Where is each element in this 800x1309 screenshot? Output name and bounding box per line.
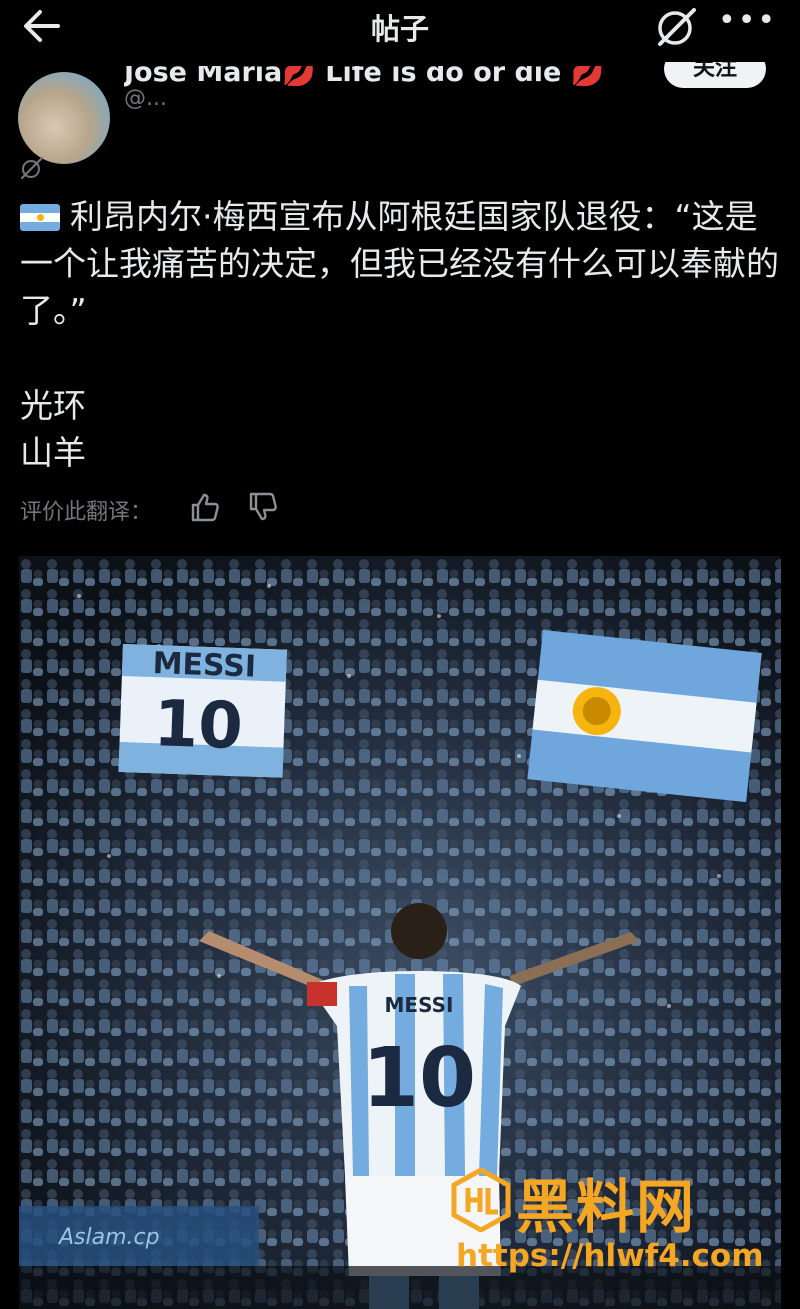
post-text: 利昂内尔·梅西宣布从阿根廷国家队退役：“这是一个让我痛苦的决定，但我已经没有什么… (20, 193, 785, 334)
watermark-logo-icon (451, 1168, 511, 1232)
author-handle[interactable]: @... (124, 86, 167, 111)
more-options-button[interactable]: ••• (718, 6, 775, 40)
grok-icon (658, 8, 696, 46)
jersey-name: MESSI (385, 993, 454, 1017)
rate-translation-label: 评价此翻译： (20, 500, 153, 525)
top-bar: 帖子 ••• (0, 0, 800, 52)
avatar[interactable] (18, 72, 110, 164)
thumbs-down-icon[interactable] (246, 490, 280, 524)
thumbs-up-icon[interactable] (188, 490, 222, 524)
board-text: Aslam.cp (57, 1225, 160, 1250)
jersey-number: 10 (362, 1031, 476, 1126)
post-tags: 光环 山羊 (20, 382, 86, 476)
messi-banner: MESSI 10 (118, 644, 287, 778)
tag-item: 光环 (20, 386, 86, 425)
watermark-url: https://hlwf4.com (456, 1238, 764, 1274)
argentina-flag (527, 630, 762, 803)
watermark-brand: 黑料网 (516, 1173, 697, 1241)
grok-button[interactable] (654, 6, 700, 48)
argentina-flag-icon (20, 204, 60, 231)
author-row: José María💋 Life is do or die 💋 @... 关注 (0, 40, 800, 164)
banner-number: 10 (152, 687, 244, 764)
follow-button[interactable]: 关注 (664, 62, 766, 88)
grok-icon[interactable] (20, 156, 44, 180)
post-text-content: 利昂内尔·梅西宣布从阿根廷国家队退役：“这是一个让我痛苦的决定，但我已经没有什么… (20, 197, 779, 330)
author-name[interactable]: José María💋 Life is do or die 💋 (124, 66, 604, 88)
tag-item: 山羊 (20, 433, 86, 472)
banner-name: MESSI (152, 646, 257, 685)
